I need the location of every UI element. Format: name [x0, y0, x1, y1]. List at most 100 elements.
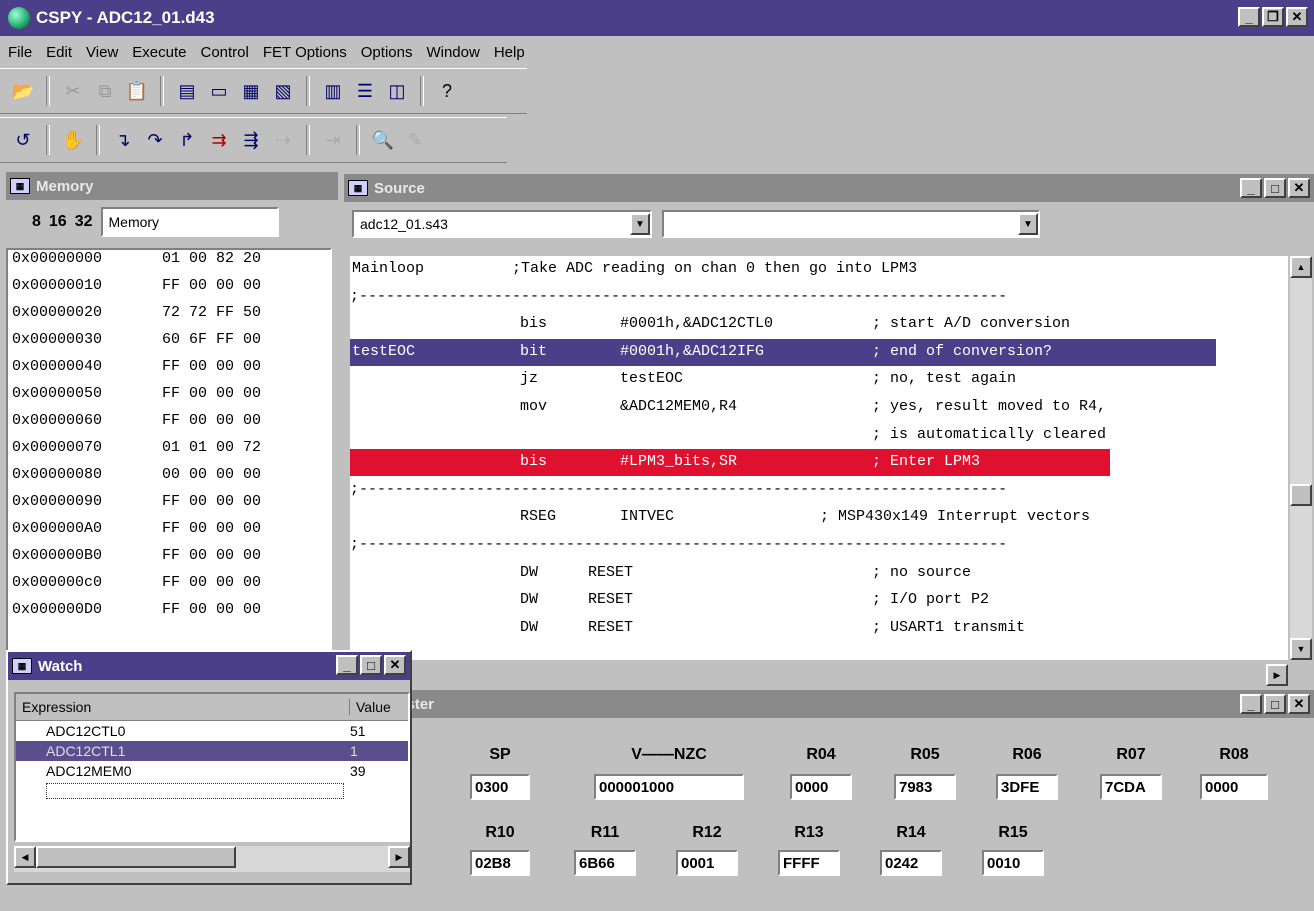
- cascade-icon[interactable]: ▥: [320, 78, 346, 104]
- break-icon[interactable]: ✋: [60, 127, 86, 153]
- current-line-highlight[interactable]: testEOC bit #0001h,&ADC12IFG; end of conve…: [350, 338, 1216, 366]
- expression-column-header[interactable]: Expression: [16, 699, 350, 715]
- cut-icon[interactable]: ✂: [60, 78, 86, 104]
- memory-zone-field[interactable]: Memory: [100, 207, 279, 237]
- watch-minimize-button[interactable]: _: [336, 655, 358, 675]
- scroll-thumb[interactable]: [1290, 484, 1312, 506]
- memory-list[interactable]: 0x00000000 01 00 82 20 0x00000010 FF 00 00…: [6, 248, 332, 654]
- watch-list[interactable]: Expression Value ADC12CTL0 51 ADC12CTL1 …: [14, 692, 410, 842]
- menu-execute[interactable]: Execute: [132, 44, 186, 61]
- code-line[interactable]: ;---------------------------------------…: [350, 284, 1288, 311]
- file-select[interactable]: adc12_01.s43 ▼: [352, 210, 652, 238]
- menu-view[interactable]: View: [86, 44, 118, 61]
- source-maximize-button[interactable]: □: [1264, 178, 1286, 198]
- zoom-8-button[interactable]: 8: [32, 213, 41, 231]
- watch-row[interactable]: ADC12MEM0 39: [16, 761, 408, 781]
- register-value-field[interactable]: 7983: [894, 774, 956, 800]
- register-value-field[interactable]: 3DFE: [996, 774, 1058, 800]
- menu-control[interactable]: Control: [200, 44, 248, 61]
- restore-button[interactable]: ❐: [1262, 7, 1284, 27]
- watch-row-selected[interactable]: ADC12CTL1 1: [16, 741, 408, 761]
- register-value-field[interactable]: 02B8: [470, 850, 530, 876]
- code-line[interactable]: ;---------------------------------------…: [350, 477, 1288, 504]
- scroll-thumb[interactable]: [36, 846, 236, 868]
- step-out-icon[interactable]: ↱: [174, 127, 200, 153]
- scroll-right-icon[interactable]: ▶: [388, 846, 410, 868]
- code-line[interactable]: DW RESET; no source: [350, 560, 1288, 587]
- paste-icon[interactable]: 📋: [124, 78, 150, 104]
- source-code-view[interactable]: Mainloop ;Take ADC reading on chan 0 then…: [350, 256, 1288, 660]
- register-value-field[interactable]: 0001: [676, 850, 738, 876]
- register-value-field[interactable]: 0000: [790, 774, 852, 800]
- register-value-field[interactable]: 0000: [1200, 774, 1268, 800]
- watch-window-icon[interactable]: ▧: [270, 78, 296, 104]
- value-column-header[interactable]: Value: [350, 699, 391, 715]
- register-value-field[interactable]: 7CDA: [1100, 774, 1162, 800]
- watch-maximize-button[interactable]: □: [360, 655, 382, 675]
- zoom-16-button[interactable]: 16: [49, 213, 67, 231]
- quick-watch-icon[interactable]: 🔍: [370, 127, 396, 153]
- code-line[interactable]: ; is automatically cleared: [350, 422, 1288, 449]
- code-line[interactable]: jz testEOC; no, test again: [350, 366, 1288, 393]
- code-line[interactable]: ;---------------------------------------…: [350, 532, 1288, 559]
- memory-window-icon[interactable]: ▭: [206, 78, 232, 104]
- source-title: Source: [374, 179, 425, 197]
- menu-edit[interactable]: Edit: [46, 44, 72, 61]
- watch-close-button[interactable]: ✕: [384, 655, 406, 675]
- code-line[interactable]: RSEG INTVEC; MSP430x149 Interrupt vectors: [350, 504, 1288, 531]
- zoom-32-button[interactable]: 32: [75, 213, 93, 231]
- scroll-left-icon[interactable]: ◀: [14, 846, 36, 868]
- chevron-down-icon[interactable]: ▼: [1018, 213, 1038, 235]
- menu-options[interactable]: Options: [361, 44, 413, 61]
- register-value-field[interactable]: 0242: [880, 850, 942, 876]
- scroll-right-icon[interactable]: ▶: [1266, 664, 1288, 686]
- watch-row[interactable]: ADC12CTL0 51: [16, 721, 408, 741]
- window-menu-icon[interactable]: ▦: [348, 180, 368, 196]
- watch-horizontal-scrollbar[interactable]: ◀ ▶: [14, 846, 410, 872]
- function-select[interactable]: ▼: [662, 210, 1040, 238]
- code-line[interactable]: Mainloop ;Take ADC reading on chan 0 then…: [350, 256, 1288, 283]
- chevron-down-icon[interactable]: ▼: [630, 213, 650, 235]
- menu-window[interactable]: Window: [426, 44, 479, 61]
- reset-icon[interactable]: ↺: [10, 127, 36, 153]
- register-label: R10: [485, 824, 515, 841]
- run-to-cursor-icon[interactable]: ⇶: [238, 127, 264, 153]
- scroll-down-icon[interactable]: ▼: [1290, 638, 1312, 660]
- open-icon[interactable]: 📂: [10, 78, 36, 104]
- tile-vertical-icon[interactable]: ◫: [384, 78, 410, 104]
- toggle-breakpoint-icon[interactable]: ✎: [402, 127, 428, 153]
- memory-row: 0x00000060 FF 00 00 00: [12, 412, 262, 429]
- code-line[interactable]: DW RESET; I/O port P2: [350, 587, 1288, 614]
- source-window-icon[interactable]: ▤: [174, 78, 200, 104]
- breakpoint-line-highlight[interactable]: bis #LPM3_bits,SR; Enter LPM3: [350, 449, 1110, 477]
- code-line[interactable]: DW RESET; USART1 transmit: [350, 615, 1288, 642]
- scroll-up-icon[interactable]: ▲: [1290, 256, 1312, 278]
- code-line[interactable]: bis #0001h,&ADC12CTL0; start A/D conversi…: [350, 311, 1288, 338]
- go-icon[interactable]: ⇉: [206, 127, 232, 153]
- help-icon[interactable]: ?: [434, 78, 460, 104]
- register-window-icon[interactable]: ▦: [238, 78, 264, 104]
- register-value-field[interactable]: 000001000: [594, 774, 744, 800]
- step-over-icon[interactable]: ↷: [142, 127, 168, 153]
- window-menu-icon[interactable]: ▦: [10, 178, 30, 194]
- menu-fet-options[interactable]: FET Options: [263, 44, 347, 61]
- code-line[interactable]: mov &ADC12MEM0,R4; yes, result moved to R…: [350, 394, 1288, 421]
- source-minimize-button[interactable]: _: [1240, 178, 1262, 198]
- step-icon[interactable]: ↴: [110, 127, 136, 153]
- tile-horizontal-icon[interactable]: ☰: [352, 78, 378, 104]
- menu-file[interactable]: File: [8, 44, 32, 61]
- copy-icon[interactable]: ⧉: [92, 78, 118, 104]
- new-watch-entry[interactable]: [16, 781, 408, 801]
- multi-step-icon[interactable]: ⇥: [320, 127, 346, 153]
- source-vertical-scrollbar[interactable]: ▲ ▼: [1290, 256, 1312, 660]
- autostep-icon[interactable]: ⇢: [270, 127, 296, 153]
- register-value-field[interactable]: 0010: [982, 850, 1044, 876]
- minimize-button[interactable]: _: [1238, 7, 1260, 27]
- register-value-field[interactable]: 0300: [470, 774, 530, 800]
- close-button[interactable]: ✕: [1286, 7, 1308, 27]
- register-value-field[interactable]: FFFF: [778, 850, 840, 876]
- window-menu-icon[interactable]: ▦: [12, 658, 32, 674]
- register-value-field[interactable]: 6B66: [574, 850, 636, 876]
- source-close-button[interactable]: ✕: [1288, 178, 1310, 198]
- menu-help[interactable]: Help: [494, 44, 525, 61]
